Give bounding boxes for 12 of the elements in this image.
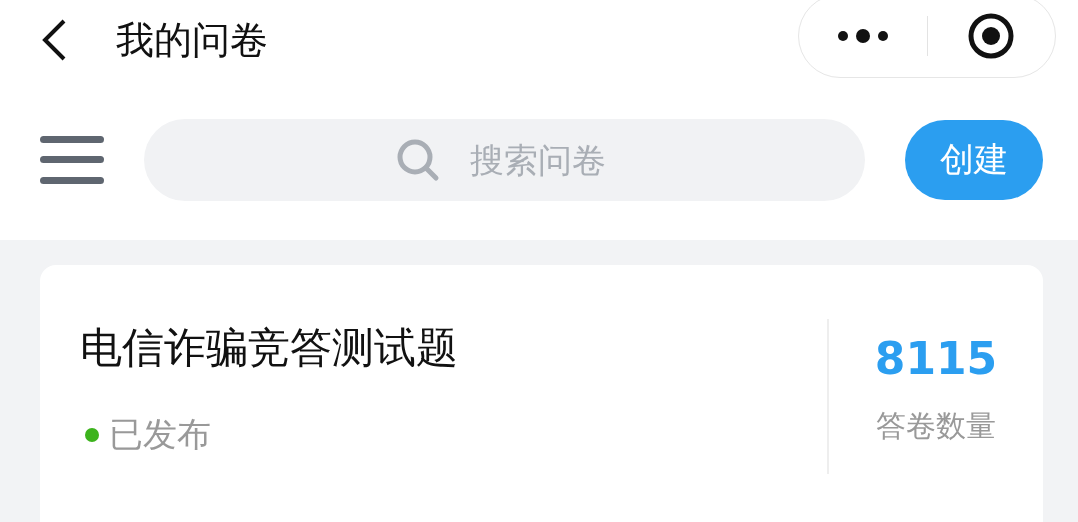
response-count-label: 答卷数量 — [876, 407, 996, 445]
back-icon[interactable] — [40, 18, 68, 62]
page-title: 我的问卷 — [116, 16, 268, 64]
search-field[interactable]: 搜索问卷 — [144, 119, 865, 201]
more-icon[interactable] — [836, 29, 889, 43]
menu-icon[interactable] — [40, 134, 104, 186]
close-icon[interactable] — [967, 12, 1016, 60]
survey-title: 电信诈骗竞答测试题 — [80, 322, 459, 374]
search-icon — [396, 138, 440, 182]
response-count: 8115 — [874, 333, 998, 384]
survey-status: 已发布 — [109, 413, 211, 456]
survey-card[interactable]: 电信诈骗竞答测试题 已发布 8115 答卷数量 — [40, 265, 1043, 522]
